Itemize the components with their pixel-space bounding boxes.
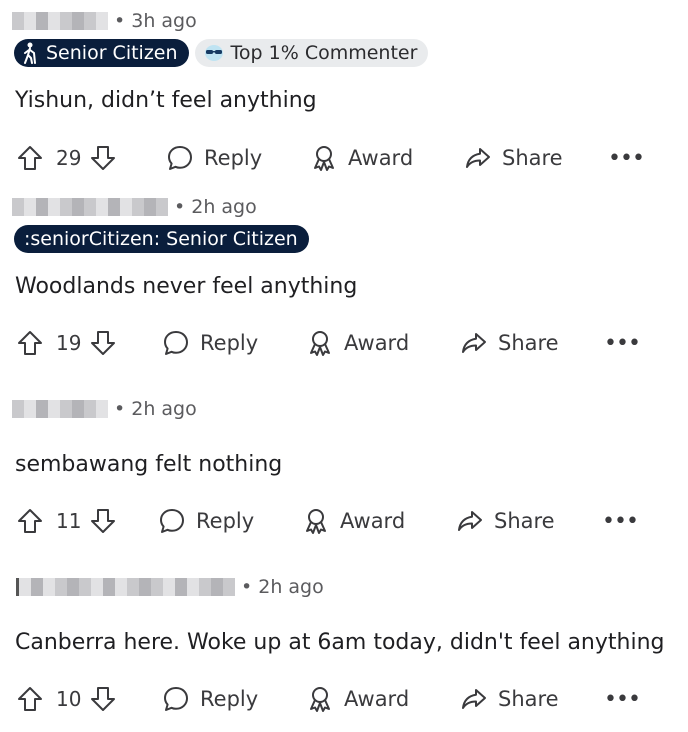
vote-group: 19 [16, 323, 117, 363]
more-options-button[interactable]: ••• [608, 138, 645, 178]
timestamp: • 2h ago [241, 576, 324, 598]
share-button[interactable]: Share [456, 501, 555, 541]
more-options-button[interactable]: ••• [602, 501, 639, 541]
award-icon [306, 685, 334, 713]
upvote-icon[interactable] [16, 685, 44, 713]
vote-count: 10 [56, 687, 82, 711]
comment-actions: 11 Reply Award Share ••• [0, 501, 688, 541]
share-button[interactable]: Share [460, 323, 559, 363]
comment-meta: • 3h ago [12, 8, 197, 34]
award-label: Award [348, 146, 414, 170]
flair-text: :seniorCitizen: Senior Citizen [24, 228, 298, 250]
comment-body: Canberra here. Woke up at 6am today, did… [15, 630, 665, 655]
comment-body: Yishun, didn’t feel anything [15, 88, 317, 113]
reply-label: Reply [200, 331, 259, 355]
comment-body: Woodlands never feel anything [15, 274, 358, 299]
username-redacted[interactable] [16, 578, 235, 596]
comment-actions: 19 Reply Award Share ••• [0, 323, 688, 363]
reply-button[interactable]: Reply [158, 501, 254, 541]
downvote-icon[interactable] [89, 144, 117, 172]
award-label: Award [340, 509, 406, 533]
vote-count: 19 [56, 331, 82, 355]
vote-group: 10 [16, 679, 117, 719]
award-label: Award [344, 331, 410, 355]
share-arrow-icon [456, 507, 484, 535]
reply-label: Reply [204, 146, 263, 170]
award-button[interactable]: Award [306, 323, 409, 363]
user-flair: Senior Citizen [14, 39, 189, 67]
downvote-icon[interactable] [89, 507, 117, 535]
comment-meta: • 2h ago [12, 194, 257, 220]
flair-row: :seniorCitizen: Senior Citizen [14, 225, 309, 253]
username-redacted[interactable] [12, 198, 168, 216]
share-button[interactable]: Share [460, 679, 559, 719]
share-label: Share [494, 509, 555, 533]
vote-count: 11 [56, 509, 82, 533]
share-label: Share [502, 146, 563, 170]
vote-count: 29 [56, 146, 82, 170]
downvote-icon[interactable] [89, 329, 117, 357]
flair-row: Senior Citizen Top 1% Commenter [14, 39, 429, 67]
share-arrow-icon [464, 144, 492, 172]
reply-button[interactable]: Reply [162, 323, 258, 363]
award-label: Award [344, 687, 410, 711]
upvote-icon[interactable] [16, 144, 44, 172]
sunglasses-badge-icon [203, 43, 225, 63]
share-button[interactable]: Share [464, 138, 563, 178]
award-icon [306, 329, 334, 357]
comment-meta: • 2h ago [12, 396, 197, 422]
flair-text: Top 1% Commenter [230, 42, 418, 64]
reply-label: Reply [200, 687, 259, 711]
award-icon [302, 507, 330, 535]
username-redacted[interactable] [12, 12, 108, 30]
timestamp: • 3h ago [114, 10, 197, 32]
more-options-button[interactable]: ••• [604, 679, 641, 719]
timestamp: • 2h ago [114, 398, 197, 420]
reply-button[interactable]: Reply [166, 138, 262, 178]
reply-label: Reply [196, 509, 255, 533]
person-walking-cane-icon [22, 42, 40, 64]
reply-button[interactable]: Reply [162, 679, 258, 719]
share-arrow-icon [460, 329, 488, 357]
vote-group: 29 [16, 138, 117, 178]
comment-body: sembawang felt nothing [15, 452, 283, 477]
chat-bubble-icon [162, 685, 190, 713]
chat-bubble-icon [158, 507, 186, 535]
downvote-icon[interactable] [89, 685, 117, 713]
user-flair: :seniorCitizen: Senior Citizen [14, 225, 309, 253]
vote-group: 11 [16, 501, 117, 541]
chat-bubble-icon [162, 329, 190, 357]
share-arrow-icon [460, 685, 488, 713]
timestamp: • 2h ago [174, 196, 257, 218]
comment-actions: 29 Reply Award Share ••• [0, 138, 688, 178]
user-flair: Top 1% Commenter [194, 39, 429, 67]
award-button[interactable]: Award [310, 138, 413, 178]
flair-text: Senior Citizen [46, 42, 178, 64]
award-icon [310, 144, 338, 172]
chat-bubble-icon [166, 144, 194, 172]
share-label: Share [498, 331, 559, 355]
comment-meta: • 2h ago [12, 574, 324, 600]
username-redacted[interactable] [12, 400, 108, 418]
award-button[interactable]: Award [302, 501, 405, 541]
upvote-icon[interactable] [16, 507, 44, 535]
more-options-button[interactable]: ••• [604, 323, 641, 363]
comment-actions: 10 Reply Award Share ••• [0, 679, 688, 719]
share-label: Share [498, 687, 559, 711]
upvote-icon[interactable] [16, 329, 44, 357]
award-button[interactable]: Award [306, 679, 409, 719]
